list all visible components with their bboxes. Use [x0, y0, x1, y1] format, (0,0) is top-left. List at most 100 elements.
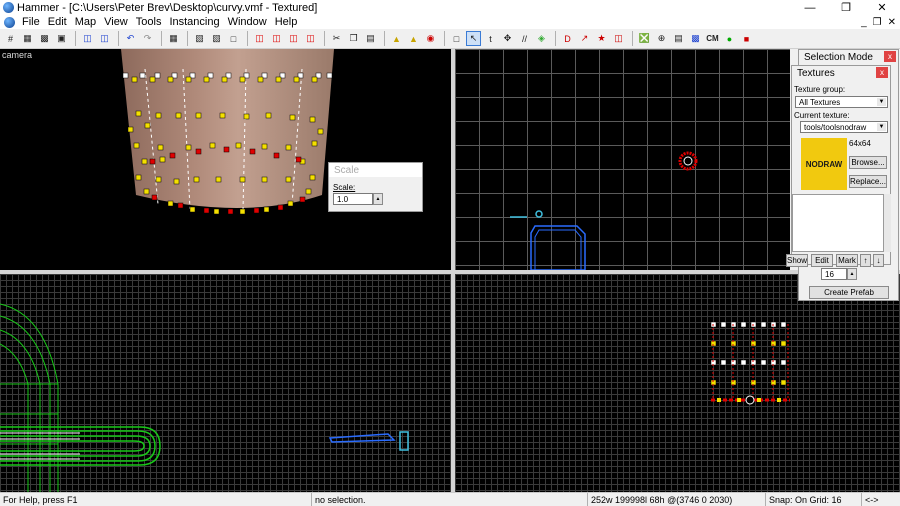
scale-spinner[interactable]: ▲	[373, 193, 383, 205]
status-snap: Snap: On Grid: 16	[766, 493, 862, 506]
entity-report-icon[interactable]: ▤	[671, 31, 686, 46]
textures-title: Textures	[797, 68, 835, 79]
copy-icon[interactable]: ❐	[346, 31, 361, 46]
replace-button[interactable]: Replace...	[849, 175, 887, 188]
scale-label: Scale:	[333, 183, 356, 192]
paste-icon[interactable]: ▤	[363, 31, 378, 46]
doc-restore-icon[interactable]: ❐	[873, 17, 882, 28]
status-help: For Help, press F1	[0, 493, 312, 506]
grid-size-icon[interactable]: ▣	[54, 31, 69, 46]
front-view-scene	[710, 321, 790, 405]
overlay-icon[interactable]: ↗	[577, 31, 592, 46]
entity-icon[interactable]: ◫	[303, 31, 318, 46]
hide-icon[interactable]: ▧	[192, 31, 207, 46]
texture-preview: NODRAW	[801, 138, 847, 190]
front-view-viewport[interactable]	[455, 274, 900, 492]
magnify-icon[interactable]: ❎	[637, 31, 652, 46]
top-view-viewport[interactable]	[455, 49, 790, 270]
selection-mode-title: Selection Mode	[804, 52, 873, 63]
texture-lock-icon[interactable]: ◫	[269, 31, 284, 46]
hammer-app-icon	[3, 2, 14, 13]
redo-icon[interactable]: ↷	[140, 31, 155, 46]
restore-icon[interactable]: ❐	[828, 0, 864, 15]
toggle-b-icon[interactable]: ◉	[423, 31, 438, 46]
side-view-viewport[interactable]	[0, 274, 451, 492]
texture-list-scrollbar[interactable]	[884, 194, 891, 252]
cut-icon[interactable]: ✂	[329, 31, 344, 46]
menu-bar: File Edit Map View Tools Instancing Wind…	[0, 15, 900, 29]
hollow-icon[interactable]: □	[226, 31, 241, 46]
move-down-button[interactable]: ↓	[873, 254, 884, 267]
undo-icon[interactable]: ↶	[123, 31, 138, 46]
debug-icon[interactable]: ■	[739, 31, 754, 46]
menu-window[interactable]: Window	[224, 16, 271, 28]
texture-list[interactable]	[792, 194, 884, 252]
camera-viewport[interactable]: camera	[0, 49, 451, 270]
group-icon[interactable]: ◫	[80, 31, 95, 46]
menu-map[interactable]: Map	[71, 16, 100, 28]
vertex-icon[interactable]: ◈	[534, 31, 549, 46]
mark-button[interactable]: Mark	[836, 254, 858, 267]
menu-instancing[interactable]: Instancing	[165, 16, 223, 28]
top-view-scene	[510, 151, 698, 270]
hazard-x-icon[interactable]: ▲	[406, 31, 421, 46]
camera-scene	[121, 49, 334, 215]
current-texture-label: Current texture:	[794, 111, 850, 120]
close-icon[interactable]: ✕	[864, 0, 900, 15]
unhide-icon[interactable]: ▧	[209, 31, 224, 46]
cordon-icon[interactable]: ◫	[611, 31, 626, 46]
map-info-icon[interactable]: ▩	[688, 31, 703, 46]
title-bar: Hammer - [C:\Users\Peter Brev\Desktop\cu…	[0, 0, 900, 15]
prefab-size-input[interactable]: 16	[821, 268, 847, 280]
status-bar: For Help, press F1 no selection. 252w 19…	[0, 492, 900, 506]
texture-group-select[interactable]: All Textures ▼	[795, 96, 888, 108]
decal-icon[interactable]: D	[560, 31, 575, 46]
status-selection: no selection.	[312, 493, 588, 506]
show-button[interactable]: Show	[786, 254, 808, 267]
grid-3d-icon[interactable]: ▦	[20, 31, 35, 46]
cm-icon[interactable]: CM	[705, 31, 720, 46]
grid-dots-icon[interactable]: ▩	[37, 31, 52, 46]
path-icon[interactable]: ★	[594, 31, 609, 46]
doc-close-icon[interactable]: ✕	[888, 17, 896, 28]
select-box-icon[interactable]: □	[449, 31, 464, 46]
run-map-icon[interactable]: ●	[722, 31, 737, 46]
scale-dialog-title: Scale	[334, 164, 360, 176]
main-toolbar: # ▦ ▩ ▣ ◫ ◫ ↶ ↷ ▦ ▧ ▧ □ ◫ ◫ ◫ ◫ ✂ ❐ ▤ ▲ …	[0, 29, 900, 49]
browse-button[interactable]: Browse...	[849, 156, 887, 169]
side-view-scene	[0, 303, 409, 492]
grid-icon[interactable]: #	[3, 31, 18, 46]
create-prefab-button[interactable]: Create Prefab	[809, 286, 889, 299]
move-icon[interactable]: ✥	[500, 31, 515, 46]
document-icon[interactable]	[4, 16, 15, 28]
menu-help[interactable]: Help	[271, 16, 302, 28]
carve-icon[interactable]: ▦	[166, 31, 181, 46]
menu-view[interactable]: View	[100, 16, 132, 28]
textures-dialog: Textures x Texture group: All Textures ▼ C…	[791, 65, 891, 265]
clip-icon[interactable]: //	[517, 31, 532, 46]
ungroup-icon[interactable]: ◫	[97, 31, 112, 46]
edit-button[interactable]: Edit	[811, 254, 833, 267]
scale-dialog: Scale Scale: 1.0 ▲	[328, 162, 423, 212]
pointer-icon[interactable]: ↖	[466, 31, 481, 46]
textures-close-icon[interactable]: x	[876, 67, 888, 78]
menu-file[interactable]: File	[18, 16, 44, 28]
move-up-button[interactable]: ↑	[860, 254, 871, 267]
selection-close-icon[interactable]: x	[884, 51, 896, 62]
menu-edit[interactable]: Edit	[44, 16, 71, 28]
status-arrows: <->	[865, 494, 879, 505]
doc-minimize-icon[interactable]: _	[861, 17, 867, 28]
menu-tools[interactable]: Tools	[132, 16, 166, 28]
minimize-icon[interactable]: —	[792, 0, 828, 15]
hazard-icon[interactable]: ▲	[389, 31, 404, 46]
horizontal-splitter[interactable]	[0, 270, 900, 274]
target-icon[interactable]: ⊕	[654, 31, 669, 46]
scale-input[interactable]: 1.0	[333, 193, 373, 205]
snap-icon[interactable]: ◫	[252, 31, 267, 46]
window-title: Hammer - [C:\Users\Peter Brev\Desktop\cu…	[17, 1, 318, 14]
prefab-spinner[interactable]: ▲	[847, 268, 857, 280]
brush-icon[interactable]: ◫	[286, 31, 301, 46]
current-texture-select[interactable]: tools/toolsnodraw ▼	[800, 121, 888, 133]
texture-size: 64x64	[849, 139, 871, 148]
texture-tool-icon[interactable]: t	[483, 31, 498, 46]
